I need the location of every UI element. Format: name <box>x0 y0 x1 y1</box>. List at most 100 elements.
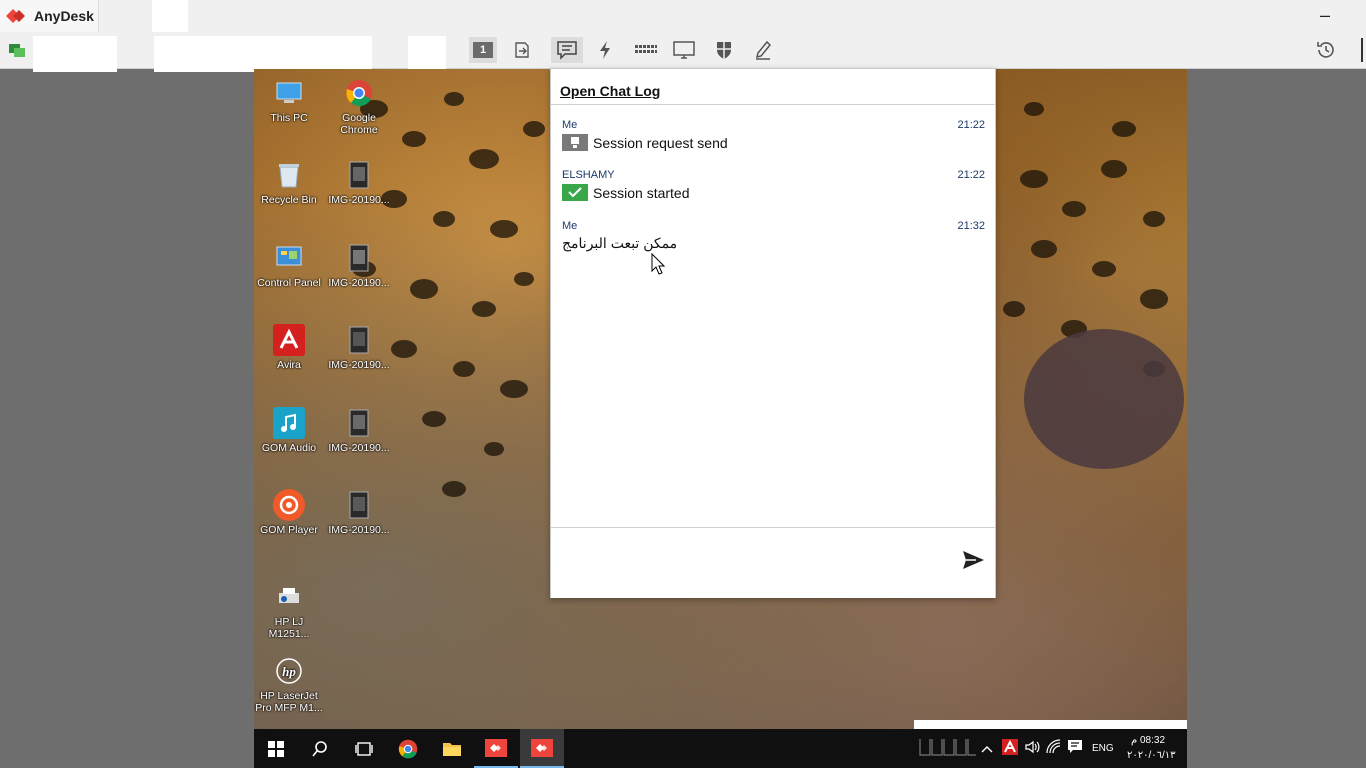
taskbar-anydesk-2[interactable] <box>520 729 564 768</box>
anydesk-icon <box>531 738 553 757</box>
desktop-icon-image[interactable]: IMG-20190... <box>324 242 394 289</box>
permissions-button[interactable] <box>710 37 738 63</box>
permissions-shield-icon <box>717 42 731 59</box>
open-chat-log-link[interactable]: Open Chat Log <box>560 83 660 99</box>
message-sender: Me <box>562 220 578 232</box>
avira-icon <box>273 324 305 356</box>
chat-button[interactable] <box>551 37 583 63</box>
recycle-bin-icon <box>273 159 305 191</box>
desktop-icon-image[interactable]: IMG-20190... <box>324 159 394 206</box>
message-sender: Me <box>562 119 578 131</box>
taskbar: ENG 08:32 م ٢٠٢٠/٠٦/١٣ <box>254 729 1187 768</box>
address-field[interactable] <box>33 36 117 72</box>
chrome-icon <box>398 739 418 758</box>
search-icon <box>312 740 327 756</box>
message-time: 21:22 <box>957 169 985 181</box>
whiteboard-button[interactable] <box>749 37 777 63</box>
display-button[interactable] <box>670 37 698 63</box>
app-title: AnyDesk <box>34 8 94 24</box>
session-tab[interactable] <box>152 0 188 32</box>
desktop-overlay-bar <box>914 720 1187 729</box>
volume-icon[interactable] <box>1024 739 1040 760</box>
taskbar-chrome[interactable] <box>386 729 430 768</box>
toolbar-edge <box>1361 38 1363 62</box>
windows-start-icon <box>268 740 284 757</box>
this-pc-icon <box>273 77 305 109</box>
connection-status-icon <box>9 44 25 57</box>
desktop-icon-image[interactable]: IMG-20190... <box>324 407 394 454</box>
desktop-icon-recycle-bin[interactable]: Recycle Bin <box>254 159 324 206</box>
anydesk-logo-icon <box>6 9 25 23</box>
keyboard-button[interactable] <box>631 37 661 63</box>
chat-message: ELSHAMY 21:22 Session started <box>562 169 985 201</box>
desktop-icon-image[interactable]: IMG-20190... <box>324 489 394 536</box>
hp-logo-icon: hp <box>273 655 305 687</box>
gom-audio-icon <box>273 407 305 439</box>
display-number: 1 <box>479 44 487 56</box>
tray-avira-icon[interactable] <box>1002 739 1018 760</box>
taskbar-file-explorer[interactable] <box>430 729 474 768</box>
search-button[interactable] <box>298 729 342 768</box>
title-bar: AnyDesk – <box>0 0 1366 33</box>
desktop-icon-gom-audio[interactable]: GOM Audio <box>254 407 324 454</box>
printer-icon <box>273 581 305 613</box>
task-view-icon <box>355 741 373 756</box>
gom-player-icon <box>273 489 305 521</box>
message-time: 21:22 <box>957 119 985 131</box>
image-file-icon <box>343 407 375 439</box>
tray-time[interactable]: 08:32 م <box>1131 735 1165 746</box>
image-file-icon <box>343 324 375 356</box>
taskbar-anydesk-1[interactable] <box>474 729 518 768</box>
control-panel-icon <box>273 242 305 274</box>
tray-glitch <box>918 735 978 759</box>
file-transfer-button[interactable] <box>508 37 536 63</box>
chat-message: Me 21:32 ممكن تبعت البرنامج <box>562 220 985 252</box>
desktop-icon-hp-laserjet[interactable]: hp HP LaserJet Pro MFP M1... <box>254 655 324 714</box>
actions-button[interactable] <box>591 37 619 63</box>
task-view-button[interactable] <box>342 729 386 768</box>
message-sender: ELSHAMY <box>562 169 615 181</box>
message-text: Session request send <box>593 134 728 151</box>
wifi-icon[interactable] <box>1046 739 1062 760</box>
keyboard-icon <box>635 45 657 53</box>
chat-message: Me 21:22 Session request send <box>562 119 985 151</box>
desktop-icon-control-panel[interactable]: Control Panel <box>254 242 324 289</box>
chat-panel: Open Chat Log Me 21:22 Session request s… <box>550 68 996 598</box>
app-tab[interactable]: AnyDesk <box>0 0 99 32</box>
desktop-icon-hp-lj[interactable]: HP LJ M1251... <box>254 581 324 640</box>
session-started-icon <box>562 184 588 201</box>
tray-chevron-up-icon[interactable] <box>981 741 993 759</box>
start-button[interactable] <box>254 729 298 768</box>
chat-input-area[interactable] <box>551 527 995 598</box>
monitor-select-button[interactable]: 1 <box>469 37 497 63</box>
image-file-icon <box>343 242 375 274</box>
desktop-icon-google-chrome[interactable]: Google Chrome <box>324 77 394 136</box>
message-text: ممكن تبعت البرنامج <box>562 235 678 251</box>
message-time: 21:32 <box>957 220 985 232</box>
address-field-2[interactable] <box>154 36 372 72</box>
address-field-3[interactable] <box>408 36 446 72</box>
actions-lightning-icon <box>600 41 610 59</box>
history-button[interactable] <box>1312 37 1340 63</box>
message-text: Session started <box>593 184 690 201</box>
minimize-button[interactable]: – <box>1308 4 1342 28</box>
notifications-icon[interactable] <box>1067 738 1083 759</box>
desktop-icon-avira[interactable]: Avira <box>254 324 324 371</box>
desktop-icon-gom-player[interactable]: GOM Player <box>254 489 324 536</box>
desktop-icon-this-pc[interactable]: This PC <box>254 77 324 124</box>
chat-input[interactable] <box>559 536 949 590</box>
session-request-icon <box>562 134 588 151</box>
svg-text:hp: hp <box>282 664 296 679</box>
send-icon[interactable] <box>961 548 985 572</box>
file-transfer-icon <box>515 42 529 58</box>
image-file-icon <box>343 159 375 191</box>
image-file-icon <box>343 489 375 521</box>
anydesk-icon <box>485 738 507 757</box>
tray-date[interactable]: ٢٠٢٠/٠٦/١٣ <box>1127 750 1176 761</box>
language-indicator[interactable]: ENG <box>1092 743 1114 754</box>
folder-icon <box>443 742 461 756</box>
desktop-icon-image[interactable]: IMG-20190... <box>324 324 394 371</box>
chat-header: Open Chat Log <box>551 69 995 105</box>
chrome-icon <box>343 77 375 109</box>
toolbar: 1 <box>0 32 1366 72</box>
